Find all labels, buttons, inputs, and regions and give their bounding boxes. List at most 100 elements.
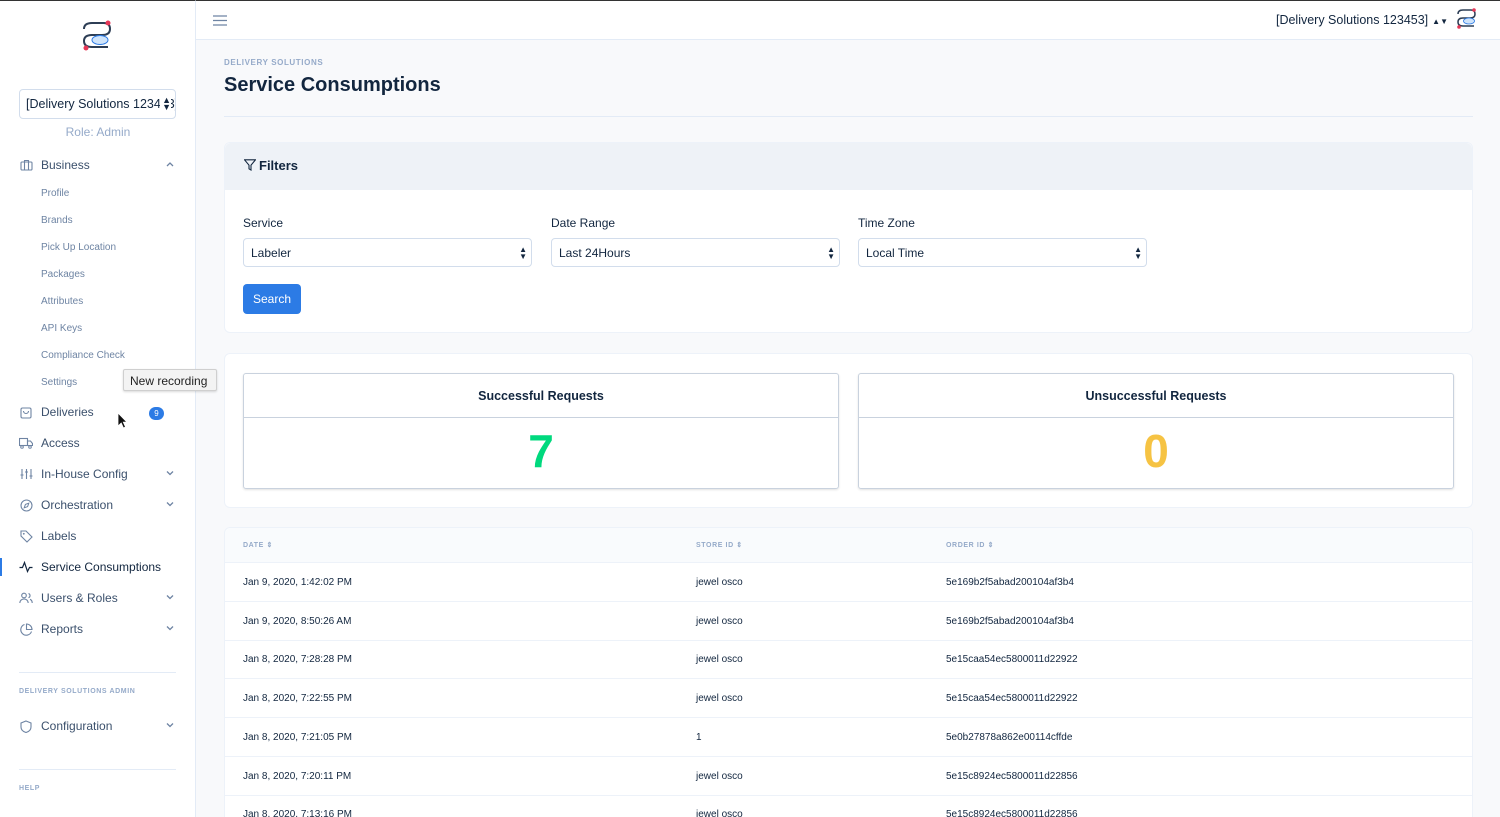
service-select-value: Labeler [251, 246, 292, 260]
store-id-cell: jewel osco [696, 577, 743, 588]
sidebar-subitem-settings[interactable]: Settings [41, 377, 77, 388]
sidebar-subitem-attributes[interactable]: Attributes [41, 296, 83, 307]
sidebar-item-reports[interactable]: Reports [19, 619, 179, 639]
brand-logo-icon[interactable] [1454, 7, 1480, 31]
sort-icon: ⇕ [266, 542, 273, 549]
sidebar-item-label: Service Consumptions [41, 560, 162, 574]
sort-icon: ⇕ [987, 542, 995, 549]
sidebar-item-labels[interactable]: Labels [19, 526, 179, 546]
sidebar: [Delivery Solutions 123453] ▲ ▼ Role: Adm… [0, 0, 196, 817]
sidebar-heading-admin: DELIVERY SOLUTIONS ADMIN [19, 688, 136, 695]
sidebar-item-label: Deliveries [41, 405, 94, 419]
unsuccessful-requests-box: Unsuccessful Requests 0 [858, 373, 1454, 489]
select-arrows-icon: ▲▼ [1432, 17, 1448, 26]
service-select[interactable]: Labeler ▲ ▼ [243, 238, 532, 267]
filters-header: Filters [225, 143, 1472, 190]
table-row[interactable]: Jan 8, 2020, 7:21:05 PM 1 5e0b27878a862e00… [225, 718, 1472, 757]
date-cell: Jan 8, 2020, 7:13:16 PM [243, 809, 352, 817]
chevron-down-icon [166, 626, 174, 631]
users-icon [19, 591, 33, 605]
date-cell: Jan 8, 2020, 7:20:11 PM [243, 770, 352, 782]
column-header-label: ORDER ID [946, 542, 986, 549]
sidebar-divider [19, 769, 176, 770]
search-button[interactable]: Search [243, 284, 301, 314]
sidebar-subitem-api-keys[interactable]: API Keys [41, 323, 82, 334]
sidebar-item-label: Labels [41, 529, 77, 543]
column-header-store-id[interactable]: STORE ID ⇕ [696, 541, 743, 549]
account-select-value: [Delivery Solutions 123453] [26, 97, 176, 111]
unsuccessful-requests-label: Unsuccessful Requests [859, 374, 1453, 418]
table-row[interactable]: Jan 8, 2020, 7:13:16 PM jewel osco 5e15c89… [225, 795, 1472, 817]
sidebar-subitem-pickup-location[interactable]: Pick Up Location [41, 242, 116, 253]
successful-requests-box: Successful Requests 7 [243, 373, 839, 489]
chevron-up-icon [166, 162, 174, 167]
store-id-cell: jewel osco [696, 615, 743, 627]
table-header: DATE ⇕ STORE ID ⇕ ORDER ID ⇕ [225, 528, 1472, 563]
bag-icon [19, 405, 33, 419]
new-recording-tooltip: New recording [123, 369, 217, 391]
order-id-cell: 5e15c8924ec5800011d22856 [946, 809, 1078, 817]
date-range-select[interactable]: Last 24Hours ▲ ▼ [551, 238, 840, 267]
store-id-cell: jewel osco [696, 654, 743, 666]
stats-card: Successful Requests 7 Unsuccessful Reque… [224, 353, 1473, 508]
column-header-order-id[interactable]: ORDER ID ⇕ [946, 541, 994, 549]
sidebar-item-label: In-House Config [41, 467, 128, 481]
sidebar-heading-help: HELP [19, 785, 41, 792]
date-range-select-value: Last 24Hours [559, 246, 631, 260]
page-pretitle: DELIVERY SOLUTIONS [224, 58, 324, 67]
date-cell: Jan 9, 2020, 8:50:26 AM [243, 615, 352, 627]
menu-icon[interactable] [213, 15, 227, 26]
date-cell: Jan 8, 2020, 7:28:28 PM [243, 654, 352, 666]
order-id-cell: 5e169b2f5abad200104af3b4 [946, 615, 1074, 627]
truck-icon [19, 436, 33, 450]
table-row[interactable]: Jan 9, 2020, 1:42:02 PM jewel osco 5e169b2… [225, 563, 1472, 602]
successful-requests-value: 7 [528, 425, 554, 477]
table-row[interactable]: Jan 9, 2020, 8:50:26 AM jewel osco 5e169b2… [225, 602, 1472, 641]
table-row[interactable]: Jan 8, 2020, 7:22:55 PM jewel osco 5e15caa… [225, 679, 1472, 719]
order-id-cell: 5e169b2f5abad200104af3b4 [946, 577, 1074, 588]
select-arrows-icon: ▲▼ [160, 95, 171, 112]
sidebar-item-label: Reports [41, 622, 84, 636]
header-divider [224, 116, 1473, 117]
unsuccessful-requests-value: 0 [1143, 425, 1169, 477]
date-cell: Jan 8, 2020, 7:22:55 PM [243, 693, 352, 705]
sidebar-subitem-brands[interactable]: Brands [41, 215, 73, 226]
select-arrows-icon: ▲▼ [1134, 245, 1142, 261]
sidebar-item-label: Configuration [41, 719, 113, 733]
page-title: Service Consumptions [224, 74, 441, 96]
brand-logo-icon[interactable] [78, 19, 118, 55]
order-id-cell: 5e15caa54ec5800011d22922 [946, 654, 1078, 666]
sidebar-item-service-consumptions[interactable]: Service Consumptions [19, 557, 179, 577]
service-label: Service [243, 216, 284, 230]
shield-icon [19, 719, 33, 733]
sidebar-item-configuration[interactable]: Configuration [19, 716, 179, 736]
sidebar-subitem-compliance-check[interactable]: Compliance Check [41, 350, 125, 361]
sidebar-item-access[interactable]: Access [19, 433, 179, 453]
active-indicator [0, 558, 2, 576]
time-zone-label: Time Zone [858, 216, 915, 230]
successful-requests-label: Successful Requests [244, 374, 838, 418]
sidebar-subitem-profile[interactable]: Profile [41, 188, 69, 199]
sidebar-item-business[interactable]: Business [19, 155, 179, 175]
column-header-date[interactable]: DATE ⇕ [243, 541, 273, 549]
topbar-account-value: [Delivery Solutions 123453] [1275, 13, 1429, 27]
table-row[interactable]: Jan 8, 2020, 7:28:28 PM jewel osco 5e15caa… [225, 640, 1472, 680]
sidebar-item-label: Orchestration [41, 498, 114, 512]
sidebar-item-users-roles[interactable]: Users & Roles [19, 588, 179, 608]
sliders-icon [19, 467, 33, 481]
sidebar-subitem-packages[interactable]: Packages [41, 269, 85, 280]
sidebar-item-label: Business [41, 158, 90, 172]
topbar-account-select[interactable]: [Delivery Solutions 123453] ▲▼ [1276, 13, 1448, 27]
time-zone-select-value: Local Time [866, 246, 925, 260]
filter-icon [244, 159, 256, 171]
sidebar-divider [19, 672, 176, 673]
sort-icon: ⇕ [736, 542, 743, 549]
time-zone-select[interactable]: Local Time ▲ ▼ [858, 238, 1147, 267]
sidebar-item-orchestration[interactable]: Orchestration [19, 495, 179, 515]
table-row[interactable]: Jan 8, 2020, 7:20:11 PM jewel osco 5e15c89… [225, 757, 1472, 796]
account-select[interactable]: [Delivery Solutions 123453] ▲ ▼ [19, 89, 176, 119]
compass-icon [19, 498, 33, 512]
store-id-cell: jewel osco [696, 693, 743, 705]
sidebar-item-in-house-config[interactable]: In-House Config [19, 464, 179, 484]
activity-icon [19, 560, 33, 574]
